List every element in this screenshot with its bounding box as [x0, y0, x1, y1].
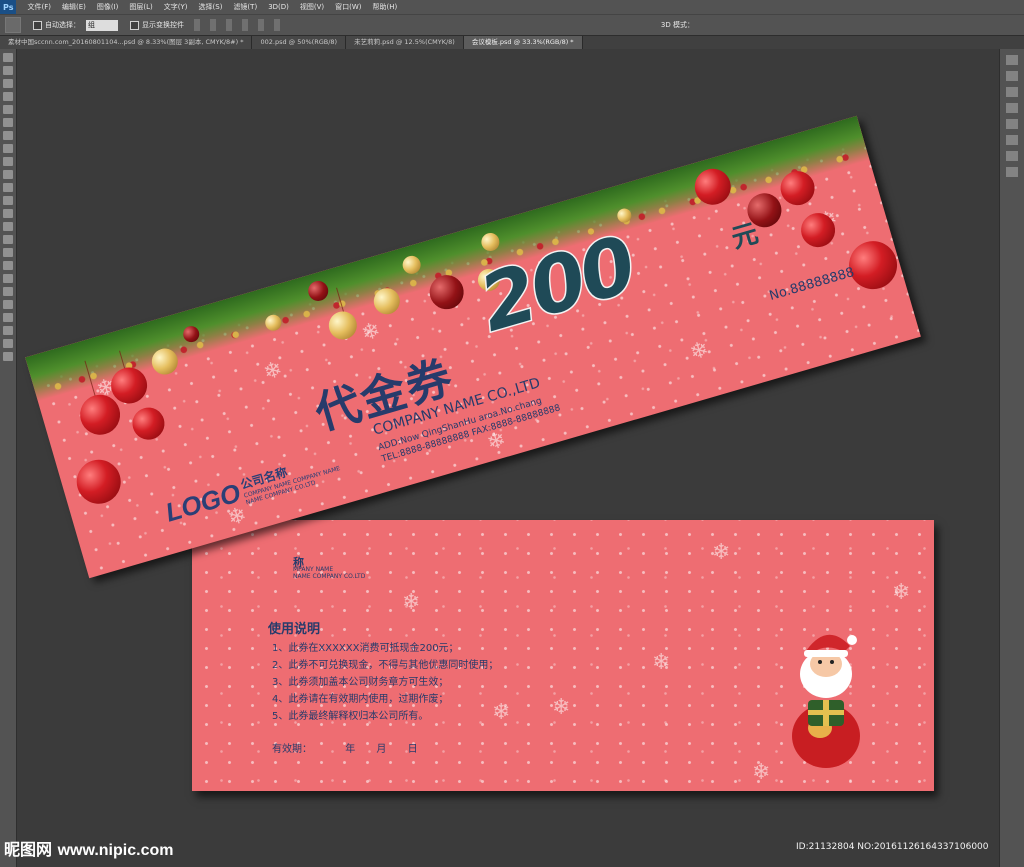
- menu-layer[interactable]: 图层(L): [129, 2, 152, 12]
- menu-filter[interactable]: 滤镜(T): [233, 2, 257, 12]
- dodge-icon[interactable]: [3, 222, 13, 231]
- menu-edit[interactable]: 编辑(E): [62, 2, 86, 12]
- pen-icon[interactable]: [3, 235, 13, 244]
- panel-dock: [999, 49, 1024, 867]
- foreground-color-icon[interactable]: [3, 326, 13, 335]
- validity-line: 有效期： 年 月 日: [272, 744, 418, 755]
- auto-select-checkbox[interactable]: [33, 20, 42, 30]
- screen-mode-icon[interactable]: [3, 352, 13, 361]
- history-brush-icon[interactable]: [3, 170, 13, 179]
- menu-help[interactable]: 帮助(H): [373, 2, 398, 12]
- eraser-icon[interactable]: [3, 183, 13, 192]
- tab-document-1[interactable]: 素材中国sccnn.com_20160801104...psd @ 8.33%(…: [0, 36, 253, 49]
- blur-icon[interactable]: [3, 209, 13, 218]
- tools-panel: [0, 49, 17, 867]
- quick-mask-icon[interactable]: [3, 339, 13, 348]
- photoshop-logo-icon: Ps: [0, 0, 17, 14]
- menu-view[interactable]: 视图(V): [300, 2, 324, 12]
- marquee-icon[interactable]: [3, 66, 13, 75]
- santa-icon: [792, 634, 860, 768]
- options-bar: 自动选择： 组 显示变换控件 3D 模式：: [0, 14, 1024, 36]
- properties-panel-icon[interactable]: [1006, 71, 1018, 81]
- tab-document-active[interactable]: 会议模板.psd @ 33.3%(RGB/8) *: [463, 36, 583, 49]
- watermark-id: ID:21132804 NO:20161126164337106000: [796, 842, 989, 852]
- align-left-icon[interactable]: [242, 19, 248, 31]
- brush-icon[interactable]: [3, 144, 13, 153]
- menu-3d[interactable]: 3D(D): [268, 3, 289, 11]
- paths-panel-icon[interactable]: [1006, 167, 1018, 177]
- crop-icon[interactable]: [3, 105, 13, 114]
- healing-brush-icon[interactable]: [3, 131, 13, 140]
- menu-type[interactable]: 文字(Y): [164, 2, 188, 12]
- lasso-icon[interactable]: [3, 79, 13, 88]
- move-tool-icon[interactable]: [5, 17, 21, 33]
- document-tabs: 素材中国sccnn.com_20160801104...psd @ 8.33%(…: [0, 36, 1024, 49]
- rule-item: 3、此券须加盖本公司财务章方可生效；: [272, 677, 449, 688]
- zoom-icon[interactable]: [3, 300, 13, 309]
- 3d-mode-label: 3D 模式：: [660, 21, 694, 29]
- watermark-brand: 昵图网 www.nipic.com: [4, 840, 174, 859]
- layers-panel-icon[interactable]: [1006, 135, 1018, 145]
- tab-document-2[interactable]: 002.psd @ 50%(RGB/8): [252, 36, 347, 49]
- auto-select-label: 自动选择：: [45, 21, 80, 29]
- rule-item: 1、此券在XXXXXX消费可抵现金200元；: [272, 643, 459, 654]
- rule-item: 4、此券请在有效期内使用，过期作废；: [272, 694, 449, 705]
- snowflake-icon: ❄: [652, 650, 671, 675]
- align-center-icon[interactable]: [258, 19, 264, 31]
- channels-panel-icon[interactable]: [1006, 151, 1018, 161]
- voucher-front: ❄ ❄ ❄ ❄ ❄ ❄ ❄ 200 元 代金券 No.88888888 COMP…: [25, 115, 921, 579]
- eyedropper-icon[interactable]: [3, 118, 13, 127]
- snowflake-icon: ❄: [752, 760, 771, 785]
- menu-file[interactable]: 文件(F): [27, 2, 51, 12]
- usage-title: 使用说明: [268, 622, 321, 637]
- auto-select-dropdown[interactable]: 组: [86, 19, 118, 31]
- snowflake-icon: ❄: [552, 695, 571, 720]
- menu-bar: Ps 文件(F) 编辑(E) 图像(I) 图层(L) 文字(Y) 选择(S) 滤…: [0, 0, 1024, 14]
- type-icon[interactable]: [3, 248, 13, 257]
- hand-icon[interactable]: [3, 287, 13, 296]
- rule-item: 2、此券不可兑换现金，不得与其他优惠同时使用；: [272, 660, 499, 671]
- snowflake-icon: ❄: [892, 580, 911, 605]
- usage-rules: 1、此券在XXXXXX消费可抵现金200元； 2、此券不可兑换现金，不得与其他优…: [272, 640, 498, 725]
- shape-icon[interactable]: [3, 274, 13, 283]
- align-right-icon[interactable]: [274, 19, 280, 31]
- align-top-icon[interactable]: [194, 19, 200, 31]
- show-transform-checkbox[interactable]: [130, 20, 139, 30]
- align-middle-icon[interactable]: [210, 19, 216, 31]
- snowflake-icon: ❄: [712, 540, 731, 565]
- back-company-fragment: 称 MPANY NAME NAME COMPANY CO.LTD: [293, 556, 366, 580]
- show-transform-label: 显示变换控件: [142, 21, 184, 29]
- rule-item: 5、此券最终解释权归本公司所有。: [272, 711, 429, 722]
- stamp-icon[interactable]: [3, 157, 13, 166]
- align-bottom-icon[interactable]: [226, 19, 232, 31]
- tab-document-3[interactable]: 未艺莉莉.psd @ 12.5%(CMYK/8): [346, 36, 464, 49]
- move-icon[interactable]: [3, 53, 13, 62]
- voucher-back: ❄ ❄ ❄ ❄ ❄ ❄ ❄ ❄ 称 MPANY NAME NAME COMPAN…: [192, 520, 934, 791]
- character-panel-icon[interactable]: [1006, 103, 1018, 113]
- snowflake-icon: ❄: [402, 590, 421, 615]
- edit-toolbar-icon[interactable]: [3, 313, 13, 322]
- menu-window[interactable]: 窗口(W): [335, 2, 361, 12]
- quick-select-icon[interactable]: [3, 92, 13, 101]
- menu-select[interactable]: 选择(S): [199, 2, 223, 12]
- path-select-icon[interactable]: [3, 261, 13, 270]
- gradient-icon[interactable]: [3, 196, 13, 205]
- paragraph-panel-icon[interactable]: [1006, 119, 1018, 129]
- adjustments-panel-icon[interactable]: [1006, 87, 1018, 97]
- menu-image[interactable]: 图像(I): [97, 2, 119, 12]
- history-panel-icon[interactable]: [1006, 55, 1018, 65]
